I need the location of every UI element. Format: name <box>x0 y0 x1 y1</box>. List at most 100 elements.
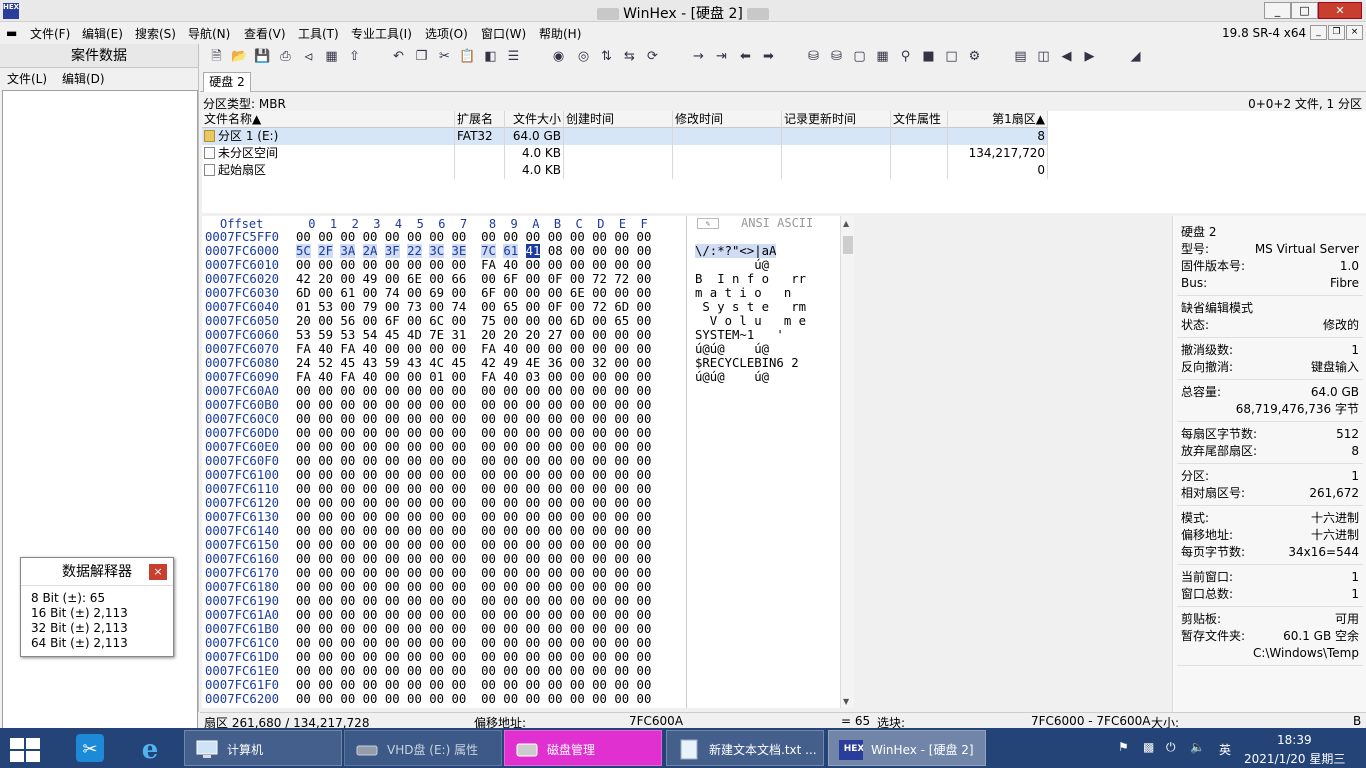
file-row-unpartitioned[interactable]: 未分区空间 4.0 KB 134,217,720 <box>202 145 1048 162</box>
hex-row-bytes[interactable]: 00 00 00 00 00 00 00 00 00 00 00 00 00 0… <box>296 678 651 692</box>
replace-hex-icon[interactable]: ⇆ <box>621 48 638 65</box>
hex-row-bytes[interactable]: 42 20 00 49 00 6E 00 66 00 6F 00 0F 00 7… <box>296 272 651 286</box>
menu-help[interactable]: 帮助(H) <box>539 25 581 42</box>
maximize-button[interactable]: □ <box>1291 2 1318 19</box>
hex-row[interactable]: 0007FC6040 01 53 00 79 00 73 00 74 00 65 … <box>202 300 686 314</box>
col-header-name[interactable]: 文件名称▲ <box>202 111 455 128</box>
hex-row-bytes[interactable]: 5C 2F 3A 2A 3F 22 3C 3E 7C 61 41 08 00 0… <box>296 244 652 258</box>
hex-row[interactable]: 0007FC6140 00 00 00 00 00 00 00 00 00 00 … <box>202 524 686 538</box>
hex-byte[interactable]: 00 <box>614 244 629 258</box>
menu-file[interactable]: 文件(F) <box>30 25 70 42</box>
hex-byte[interactable]: 08 <box>548 244 563 258</box>
hex-row-bytes[interactable]: 00 00 00 00 00 00 00 00 00 00 00 00 00 0… <box>296 650 651 664</box>
pinned-snipping-tool[interactable]: ✂ <box>64 731 116 765</box>
prev-sector-icon[interactable]: ◀ <box>1058 48 1075 65</box>
cut-icon[interactable]: ✂ <box>436 48 453 65</box>
hex-row[interactable]: 0007FC61B0 00 00 00 00 00 00 00 00 00 00 … <box>202 622 686 636</box>
hex-row[interactable]: 0007FC61E0 00 00 00 00 00 00 00 00 00 00 … <box>202 664 686 678</box>
ascii-pane[interactable]: ✎ ANSI ASCII \/:*?"<>|aA ú@ B I n f o rr m… <box>686 216 840 708</box>
hex-byte[interactable]: 61 <box>503 244 519 258</box>
flag-icon[interactable]: ⚑ <box>1118 740 1129 754</box>
replace-text-icon[interactable]: ⇅ <box>598 48 615 65</box>
hex-editor[interactable]: 0007FC5FF0 00 00 00 00 00 00 00 00 00 00 … <box>202 230 686 708</box>
new-file-icon[interactable]: 🗎 <box>208 48 225 65</box>
close-button[interactable]: ✕ <box>1318 2 1362 19</box>
calculator-icon[interactable]: ▦ <box>874 48 891 65</box>
open-file-icon[interactable]: 📂 <box>231 48 248 65</box>
export-icon[interactable]: ⇧ <box>346 48 363 65</box>
clock-time[interactable]: 18:39 <box>1277 733 1312 747</box>
open-disk-tool-icon[interactable]: ⛁ <box>805 48 822 65</box>
hex-byte[interactable]: 00 <box>592 244 607 258</box>
ascii-row[interactable]: $RECYCLEBIN6 2 <box>695 356 799 370</box>
hex-row-bytes[interactable]: 00 00 00 00 00 00 00 00 00 00 00 00 00 0… <box>296 412 651 426</box>
mdi-minimize-button[interactable]: _ <box>1310 25 1327 40</box>
hex-row[interactable]: 0007FC6160 00 00 00 00 00 00 00 00 00 00 … <box>202 552 686 566</box>
mdi-close-button[interactable]: × <box>1346 25 1363 40</box>
hex-row-bytes[interactable]: 6D 00 61 00 74 00 69 00 6F 00 00 00 6E 0… <box>296 286 651 300</box>
hex-row-bytes[interactable]: 00 00 00 00 00 00 00 00 00 00 00 00 00 0… <box>296 608 651 622</box>
goto-offset-icon[interactable]: → <box>690 48 707 65</box>
power-icon[interactable]: ⏻ <box>1166 740 1176 755</box>
col-header-first-sector[interactable]: 第1扇区▲ <box>948 111 1048 128</box>
hex-byte[interactable]: 5C <box>296 244 311 258</box>
hex-byte[interactable]: 2F <box>318 244 334 258</box>
hex-row[interactable]: 0007FC60A0 00 00 00 00 00 00 00 00 00 00 … <box>202 384 686 398</box>
menu-pro-tools[interactable]: 专业工具(I) <box>351 25 412 42</box>
forward-icon[interactable]: ➡ <box>760 48 777 65</box>
tab-disk-2[interactable]: 硬盘 2 <box>203 72 251 92</box>
hex-row-bytes[interactable]: 00 00 00 00 00 00 00 00 00 00 00 00 00 0… <box>296 482 651 496</box>
case-menu-file[interactable]: 文件(L) <box>7 70 47 87</box>
ascii-row[interactable]: V o l u m e <box>695 314 806 328</box>
edit-mode-pen-icon[interactable]: ✎ <box>697 218 719 229</box>
ram-icon[interactable]: ▢ <box>851 48 868 65</box>
col-header-ext[interactable]: 扩展名 <box>455 111 505 128</box>
open-disk-icon[interactable]: ⏿ <box>300 48 317 65</box>
hex-row-bytes[interactable]: 00 00 00 00 00 00 00 00 00 00 00 00 00 0… <box>296 398 651 412</box>
hex-byte[interactable]: 2A <box>362 244 378 258</box>
hex-cursor-byte[interactable]: 41 <box>525 244 541 258</box>
hex-row-bytes[interactable]: 00 00 00 00 00 00 00 00 00 00 00 00 00 0… <box>296 580 651 594</box>
hex-row[interactable]: 0007FC6120 00 00 00 00 00 00 00 00 00 00 … <box>202 496 686 510</box>
hex-row-bytes[interactable]: 00 00 00 00 00 00 00 00 00 00 00 00 00 0… <box>296 622 651 636</box>
menu-edit[interactable]: 编辑(E) <box>82 25 123 42</box>
hash-icon[interactable]: ■ <box>920 48 937 65</box>
undo-icon[interactable]: ↶ <box>390 48 407 65</box>
ascii-row[interactable]: ú@ú@ ú@ <box>695 370 769 384</box>
hex-row-bytes[interactable]: 00 00 00 00 00 00 00 00 00 00 00 00 00 0… <box>296 454 651 468</box>
properties-icon[interactable]: ▦ <box>323 48 340 65</box>
hex-byte[interactable]: 3F <box>384 244 400 258</box>
col-header-attr[interactable]: 文件属性 <box>891 111 948 128</box>
case-book-icon[interactable]: ◢ <box>1127 48 1144 65</box>
menu-search[interactable]: 搜索(S) <box>135 25 176 42</box>
goto-sector-icon[interactable]: ⇥ <box>713 48 730 65</box>
ime-indicator[interactable]: 英 <box>1219 741 1231 758</box>
paste-icon[interactable]: 📋 <box>459 48 476 65</box>
hex-row-bytes[interactable]: 00 00 00 00 00 00 00 00 00 00 00 00 00 0… <box>296 230 651 244</box>
col-header-modified[interactable]: 修改时间 <box>673 111 782 128</box>
hex-row[interactable]: 0007FC6180 00 00 00 00 00 00 00 00 00 00 … <box>202 580 686 594</box>
hex-row-bytes[interactable]: 00 00 00 00 00 00 00 00 00 00 00 00 00 0… <box>296 636 651 650</box>
hex-row-bytes[interactable]: 00 00 00 00 00 00 00 00 00 00 00 00 00 0… <box>296 510 651 524</box>
hex-row[interactable]: 0007FC61F0 00 00 00 00 00 00 00 00 00 00 … <box>202 678 686 692</box>
minimize-button[interactable]: _ <box>1264 2 1291 19</box>
hex-row-bytes[interactable]: 00 00 00 00 00 00 00 00 00 00 00 00 00 0… <box>296 440 651 454</box>
task-winhex[interactable]: HEX WinHex - [硬盘 2] <box>828 730 986 766</box>
start-button[interactable] <box>8 736 42 762</box>
ascii-row[interactable]: \/:*?"<>|aA <box>695 244 777 258</box>
hex-row[interactable]: 0007FC6200 00 00 00 00 00 00 00 00 00 00 … <box>202 692 686 706</box>
hex-row[interactable]: 0007FC6110 00 00 00 00 00 00 00 00 00 00 … <box>202 482 686 496</box>
menu-navigate[interactable]: 导航(N) <box>188 25 230 42</box>
menu-window[interactable]: 窗口(W) <box>481 25 526 42</box>
hex-row[interactable]: 0007FC6000 5C 2F 3A 2A 3F 22 3C 3E 7C 61 … <box>202 244 686 258</box>
ascii-row[interactable]: ú@ú@ ú@ <box>695 342 769 356</box>
ascii-row[interactable]: SYSTEM~1 ' <box>695 328 784 342</box>
hex-row[interactable]: 0007FC61D0 00 00 00 00 00 00 00 00 00 00 … <box>202 650 686 664</box>
hex-row[interactable]: 0007FC6130 00 00 00 00 00 00 00 00 00 00 … <box>202 510 686 524</box>
hex-row-bytes[interactable]: 01 53 00 79 00 73 00 74 00 65 00 0F 00 7… <box>296 300 651 314</box>
pinned-internet-explorer[interactable]: e <box>124 731 176 765</box>
col-header-created[interactable]: 创建时间 <box>564 111 673 128</box>
hex-row[interactable]: 0007FC6080 24 52 45 43 59 43 4C 45 42 49 … <box>202 356 686 370</box>
ascii-row[interactable]: S y s t e rm <box>695 300 806 314</box>
hex-row-bytes[interactable]: 24 52 45 43 59 43 4C 45 42 49 4E 36 00 3… <box>296 356 651 370</box>
